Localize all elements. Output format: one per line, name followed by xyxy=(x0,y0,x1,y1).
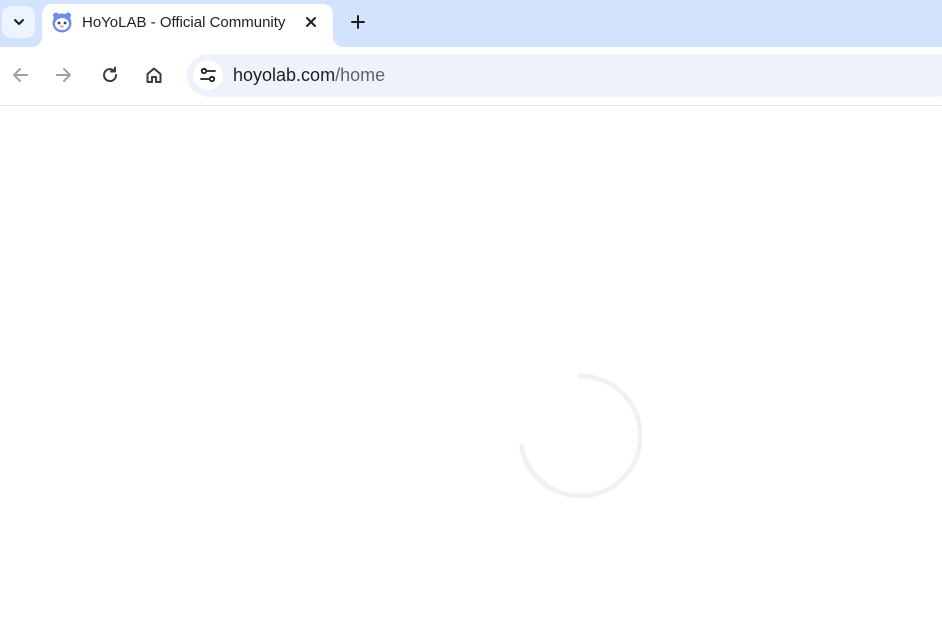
home-button[interactable] xyxy=(140,61,168,89)
loading-spinner-icon xyxy=(519,374,642,498)
new-tab-button[interactable] xyxy=(345,9,371,35)
active-tab[interactable]: HoYoLAB - Official Community xyxy=(42,4,333,47)
tab-search-button[interactable] xyxy=(2,6,35,38)
site-info-button[interactable] xyxy=(193,60,223,90)
reload-icon xyxy=(103,66,118,83)
forward-arrow-icon xyxy=(56,68,71,82)
url-path: /home xyxy=(335,65,386,85)
tab-title: HoYoLAB - Official Community xyxy=(82,14,286,31)
close-icon xyxy=(306,17,316,27)
url-host: hoyolab.com xyxy=(233,65,336,85)
plus-icon xyxy=(351,15,365,29)
url-text[interactable]: hoyolab.com/home xyxy=(233,65,385,86)
back-arrow-icon xyxy=(13,68,28,82)
forward-button[interactable] xyxy=(50,61,78,89)
close-tab-button[interactable] xyxy=(300,11,322,33)
tune-icon xyxy=(200,67,216,83)
chevron-down-icon xyxy=(13,19,24,25)
tab-strip: HoYoLAB - Official Community xyxy=(0,0,942,47)
back-button[interactable] xyxy=(6,61,34,89)
address-bar[interactable]: hoyolab.com/home xyxy=(187,54,942,97)
browser-toolbar: hoyolab.com/home xyxy=(0,47,942,106)
reload-button[interactable] xyxy=(96,61,124,89)
page-content xyxy=(0,106,942,626)
home-icon xyxy=(146,67,162,83)
hoyolab-favicon-icon xyxy=(52,12,72,33)
